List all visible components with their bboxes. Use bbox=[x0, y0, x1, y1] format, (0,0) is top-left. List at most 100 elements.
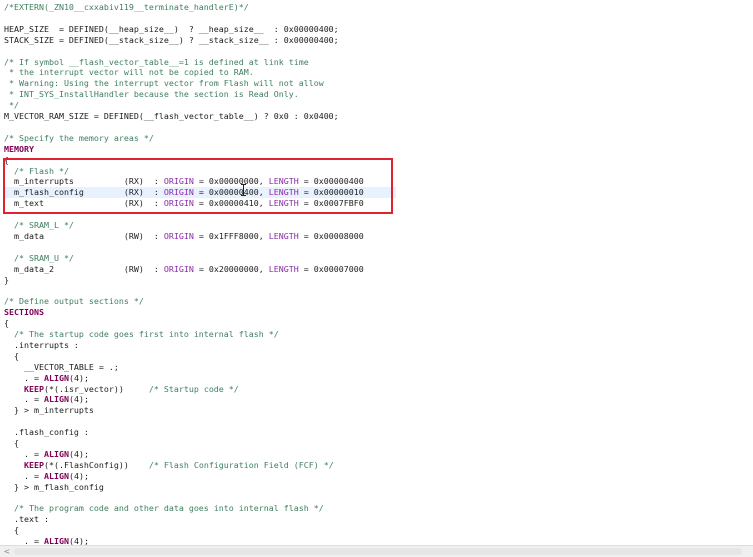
code-token: LENGTH bbox=[268, 198, 299, 209]
code-token: m_flash_config (RX) : bbox=[4, 187, 164, 198]
code-line[interactable]: m_data (RW) : ORIGIN = 0x1FFF8000, LENGT… bbox=[4, 231, 364, 242]
code-token: m_data (RW) : bbox=[4, 230, 164, 241]
code-token: (*(.FlashConfig)) bbox=[43, 459, 149, 470]
code-token: ALIGN bbox=[43, 448, 69, 459]
code-line[interactable]: { bbox=[4, 318, 9, 329]
code-editor[interactable]: /*EXTERN(_ZN10__cxxabiv119__terminate_ha… bbox=[0, 0, 753, 545]
code-token: * Warning: Using the interrupt vector fr… bbox=[4, 78, 324, 89]
code-line[interactable]: .interrupts : bbox=[4, 340, 79, 351]
code-token: = 0x00000410, bbox=[193, 198, 269, 209]
code-token: } > m_interrupts bbox=[4, 405, 94, 416]
scroll-thumb[interactable] bbox=[14, 548, 742, 555]
code-token: = 0x00008000 bbox=[298, 230, 364, 241]
code-line[interactable]: STACK_SIZE = DEFINED(__stack_size__) ? _… bbox=[4, 35, 339, 46]
code-line[interactable]: { bbox=[4, 351, 19, 362]
code-token: (*(.isr_vector)) bbox=[43, 383, 149, 394]
code-token: LENGTH bbox=[268, 176, 299, 187]
code-line[interactable]: m_interrupts (RX) : ORIGIN = 0x00000000,… bbox=[4, 176, 364, 187]
code-token: = 0x00000010 bbox=[298, 187, 364, 198]
code-token: { bbox=[4, 318, 9, 329]
code-token: = 0x00007000 bbox=[298, 263, 364, 274]
code-token: (4); bbox=[68, 470, 89, 481]
code-token: MEMORY bbox=[4, 143, 34, 154]
code-line[interactable]: m_text (RX) : ORIGIN = 0x00000410, LENGT… bbox=[4, 198, 364, 209]
code-line[interactable]: KEEP(*(.FlashConfig)) /* Flash Configura… bbox=[4, 460, 334, 471]
code-line[interactable]: m_flash_config (RX) : ORIGIN = 0x0000040… bbox=[4, 187, 396, 199]
code-token: ORIGIN bbox=[163, 176, 194, 187]
code-line[interactable]: /* Define output sections */ bbox=[4, 296, 144, 307]
code-token: /* Define output sections */ bbox=[4, 296, 144, 307]
code-line[interactable]: } > m_interrupts bbox=[4, 405, 94, 416]
code-line[interactable]: * Warning: Using the interrupt vector fr… bbox=[4, 78, 324, 89]
code-token: /*EXTERN(_ZN10__cxxabiv119__terminate_ha… bbox=[4, 2, 249, 12]
code-line[interactable]: KEEP(*(.isr_vector)) /* Startup code */ bbox=[4, 384, 239, 395]
code-line[interactable]: /* The program code and other data goes … bbox=[4, 503, 324, 514]
code-token: */ bbox=[4, 100, 19, 111]
code-line[interactable]: __VECTOR_TABLE = .; bbox=[4, 362, 119, 373]
code-token: ORIGIN bbox=[163, 187, 194, 198]
code-line[interactable]: { bbox=[4, 438, 19, 449]
code-token: STACK_SIZE = DEFINED(__stack_size__) ? _… bbox=[4, 34, 339, 45]
code-line[interactable]: */ bbox=[4, 100, 19, 111]
code-line[interactable]: /* If symbol __flash_vector_table__=1 is… bbox=[4, 57, 309, 68]
code-line[interactable]: . = ALIGN(4); bbox=[4, 394, 89, 405]
code-token: .flash_config : bbox=[4, 427, 89, 438]
scroll-left-arrow-icon[interactable]: < bbox=[2, 546, 12, 557]
code-token: LENGTH bbox=[268, 187, 299, 198]
code-token: .text : bbox=[4, 514, 49, 525]
code-line[interactable]: . = ALIGN(4); bbox=[4, 449, 89, 460]
code-line[interactable]: /* SRAM_L */ bbox=[4, 220, 74, 231]
code-line[interactable]: .flash_config : bbox=[4, 427, 89, 438]
code-line[interactable]: * INT_SYS_InstallHandler because the sec… bbox=[4, 89, 299, 100]
code-line[interactable]: /* Specify the memory areas */ bbox=[4, 133, 154, 144]
code-line[interactable]: { bbox=[4, 155, 9, 166]
code-line[interactable]: /* SRAM_U */ bbox=[4, 253, 74, 264]
code-token: { bbox=[4, 154, 9, 165]
code-line[interactable]: SECTIONS bbox=[4, 307, 44, 318]
code-token: = 0x00000400 bbox=[298, 176, 364, 187]
code-line[interactable]: HEAP_SIZE = DEFINED(__heap_size__) ? __h… bbox=[4, 24, 339, 35]
code-line[interactable]: /* The startup code goes first into inte… bbox=[4, 329, 279, 340]
code-token: ORIGIN bbox=[163, 230, 194, 241]
code-token: = 0x00000400, bbox=[193, 187, 269, 198]
code-token: . = bbox=[4, 372, 44, 383]
code-token: (4); bbox=[68, 536, 89, 545]
code-line[interactable]: } > m_flash_config bbox=[4, 482, 104, 493]
code-token: . = bbox=[4, 470, 44, 481]
code-token: = 0x00000000, bbox=[193, 176, 269, 187]
code-token: } > m_flash_config bbox=[4, 481, 104, 492]
code-token: ALIGN bbox=[43, 470, 69, 481]
code-token: { bbox=[4, 438, 19, 448]
code-token: KEEP bbox=[23, 459, 44, 470]
code-token: /* Flash Configuration Field (FCF) */ bbox=[148, 459, 334, 470]
code-token: = 0x20000000, bbox=[193, 263, 269, 274]
code-token: /* SRAM_U */ bbox=[4, 252, 74, 263]
code-token: { bbox=[4, 525, 19, 536]
code-line[interactable]: m_data_2 (RW) : ORIGIN = 0x20000000, LEN… bbox=[4, 264, 364, 275]
code-token: ALIGN bbox=[43, 536, 69, 545]
code-token: . = bbox=[4, 448, 44, 459]
code-line[interactable]: } bbox=[4, 275, 9, 286]
code-line[interactable]: * the interrupt vector will not be copie… bbox=[4, 67, 254, 78]
code-token: . = bbox=[4, 394, 44, 405]
code-token: M_VECTOR_RAM_SIZE = DEFINED(__flash_vect… bbox=[4, 111, 339, 121]
code-token: } bbox=[4, 274, 9, 285]
code-token: __VECTOR_TABLE = .; bbox=[4, 361, 119, 372]
code-line[interactable]: .text : bbox=[4, 514, 49, 525]
code-token: * the interrupt vector will not be copie… bbox=[4, 67, 254, 78]
code-token: . = bbox=[4, 536, 44, 545]
code-line[interactable]: . = ALIGN(4); bbox=[4, 373, 89, 384]
horizontal-scrollbar[interactable]: < bbox=[0, 545, 753, 557]
code-line[interactable]: /*EXTERN(_ZN10__cxxabiv119__terminate_ha… bbox=[4, 2, 249, 13]
code-token: /* If symbol __flash_vector_table__=1 is… bbox=[4, 56, 309, 67]
code-line[interactable]: M_VECTOR_RAM_SIZE = DEFINED(__flash_vect… bbox=[4, 111, 339, 122]
code-token: ORIGIN bbox=[163, 198, 194, 209]
code-line[interactable]: /* Flash */ bbox=[4, 166, 69, 177]
code-line[interactable]: . = ALIGN(4); bbox=[4, 536, 89, 545]
code-line[interactable]: { bbox=[4, 525, 19, 536]
code-line[interactable]: . = ALIGN(4); bbox=[4, 471, 89, 482]
code-line[interactable]: MEMORY bbox=[4, 144, 34, 155]
code-token: (4); bbox=[68, 394, 89, 405]
